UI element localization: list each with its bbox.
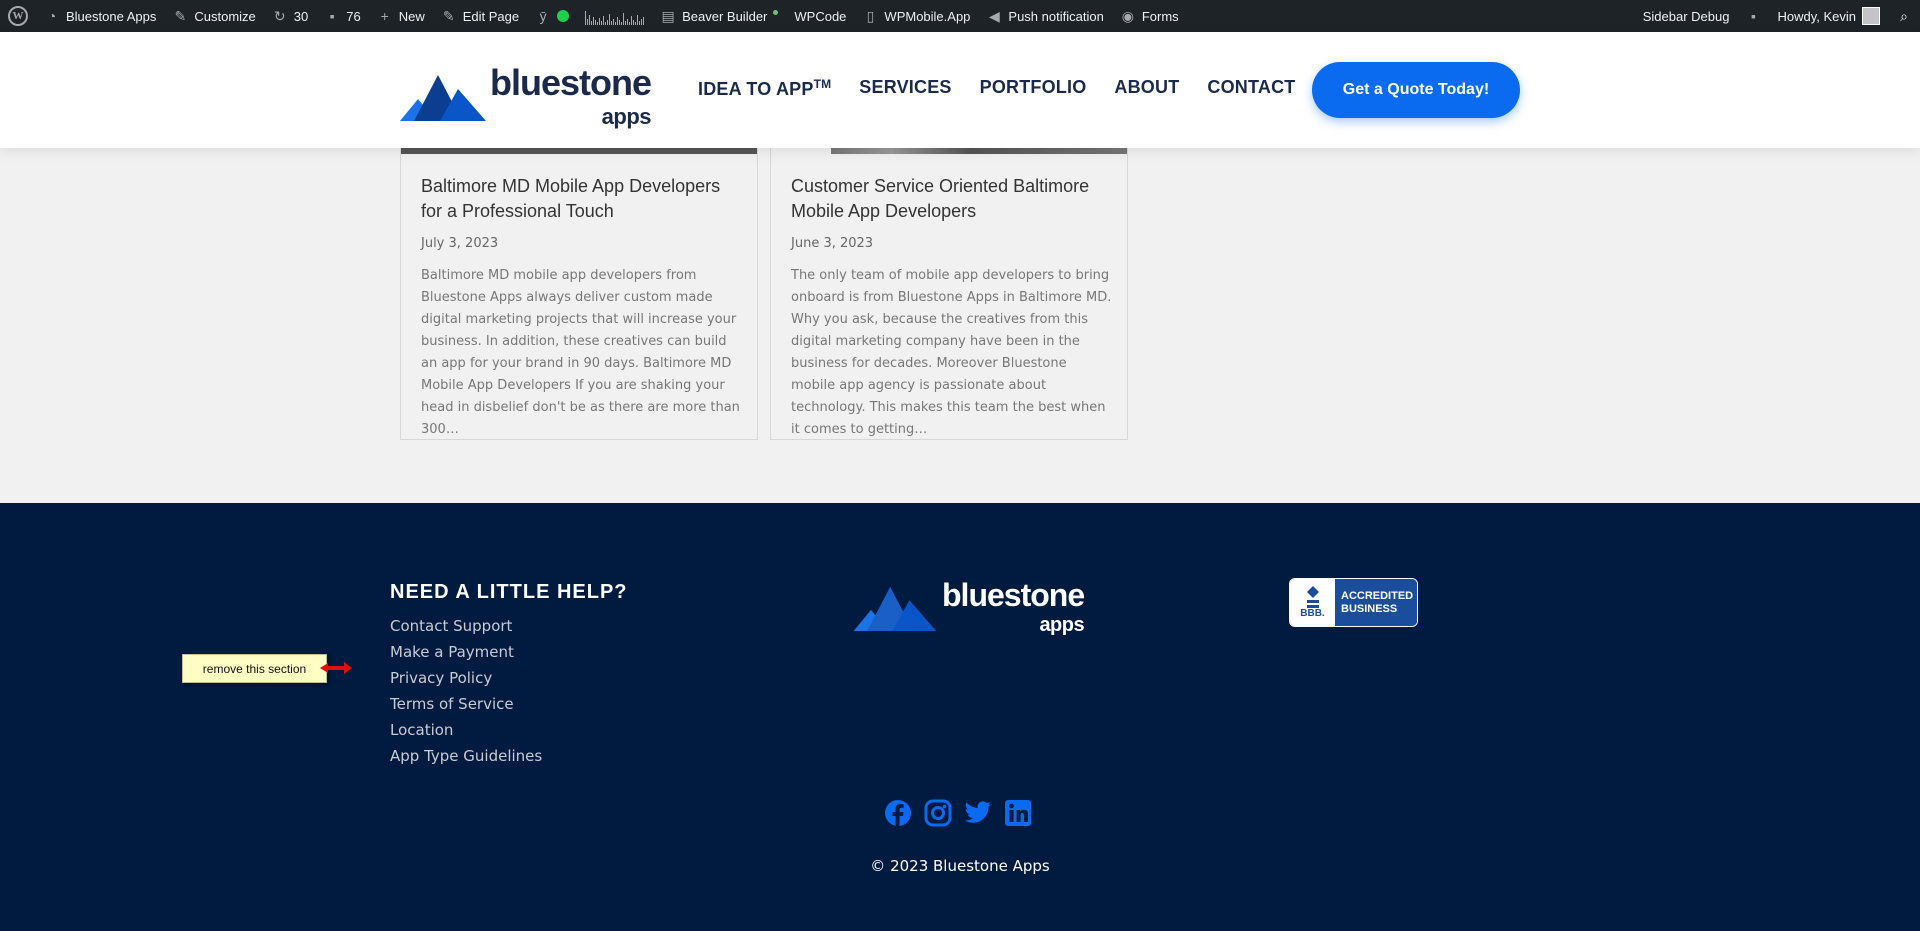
edit-page-link[interactable]: ✎ Edit Page (433, 0, 527, 32)
speech-bubble-icon: ▪ (1751, 8, 1756, 24)
site-name-menu[interactable]: ◔ Bluestone Apps (36, 0, 164, 32)
updates-link[interactable]: ↻ 30 (264, 0, 316, 32)
user-menu[interactable]: Howdy, Kevin (1769, 0, 1888, 32)
forms-icon: ◉ (1121, 8, 1134, 24)
copyright-text: © 2023 Bluestone Apps (870, 857, 1050, 875)
nav-portfolio[interactable]: PORTFOLIO (980, 77, 1087, 100)
sidebar-debug-link[interactable]: Sidebar Debug (1635, 0, 1738, 32)
red-arrow-icon (320, 662, 352, 674)
post-card: Baltimore MD Mobile App Developers for a… (400, 148, 758, 440)
wordpress-logo-menu[interactable]: W (0, 0, 36, 32)
footer-link-contact-support[interactable]: Contact Support (390, 613, 542, 639)
nav-contact[interactable]: CONTACT (1207, 77, 1295, 100)
post-excerpt: The only team of mobile app developers t… (791, 268, 1112, 437)
mountain-logo-icon (853, 586, 937, 631)
wpmobile-link[interactable]: ▯ WPMobile.App (854, 0, 978, 32)
post-excerpt: Baltimore MD mobile app developers from … (421, 268, 740, 437)
nav-services[interactable]: SERVICES (859, 77, 951, 100)
push-notification-link[interactable]: ◀ Push notification (978, 0, 1111, 32)
post-date: June 3, 2023 (791, 236, 874, 251)
plus-icon: + (380, 8, 389, 24)
logo-subtext: apps (601, 104, 652, 129)
footer-logo[interactable]: bluestone apps (852, 577, 1085, 637)
megaphone-icon: ◀ (989, 8, 1000, 24)
sparkline-chart-icon (585, 7, 645, 25)
nav-idea-to-app[interactable]: IDEA TO APPTM (698, 77, 831, 100)
yoast-seo-menu[interactable]: ȳ (527, 0, 577, 32)
footer-link-privacy-policy[interactable]: Privacy Policy (390, 665, 542, 691)
logo-wordmark: bluestone (490, 62, 652, 103)
brush-icon: ✎ (174, 8, 187, 24)
linkedin-icon[interactable] (1004, 798, 1032, 828)
logo-wordmark: bluestone (942, 577, 1085, 613)
seo-status-dot (557, 10, 570, 22)
pencil-icon: ✎ (442, 8, 455, 24)
get-quote-button[interactable]: Get a Quote Today! (1312, 62, 1520, 118)
dashboard-icon: ◔ (47, 8, 57, 24)
avatar (1862, 7, 1880, 25)
wordpress-icon: W (8, 6, 28, 26)
stats-sparkline[interactable] (577, 0, 652, 32)
instagram-icon[interactable] (924, 798, 952, 828)
site-footer: NEED A LITTLE HELP? Contact Support Make… (0, 503, 1920, 931)
admin-search[interactable]: ⌕ (1888, 0, 1920, 32)
wpcode-link[interactable]: WPCode (786, 0, 854, 32)
footer-link-app-guidelines[interactable]: App Type Guidelines (390, 743, 542, 769)
beaver-builder-icon: ▤ (661, 8, 675, 24)
comment-icon: ▪ (329, 8, 335, 24)
post-date: July 3, 2023 (421, 236, 499, 251)
annotation-note[interactable]: remove this section (182, 654, 327, 683)
search-icon: ⌕ (1900, 8, 1908, 24)
post-card: Customer Service Oriented Baltimore Mobi… (770, 148, 1128, 440)
wp-admin-bar: W ◔ Bluestone Apps ✎ Customize ↻ 30 ▪ 76… (0, 0, 1920, 32)
updates-icon: ↻ (273, 8, 286, 24)
post-thumbnail[interactable] (771, 148, 1127, 154)
bbb-text-accredited: ACCREDITED (1341, 589, 1414, 602)
facebook-icon[interactable] (884, 798, 912, 828)
main-nav: IDEA TO APPTM SERVICES PORTFOLIO ABOUT C… (698, 77, 1295, 100)
beaver-status-dot (773, 9, 779, 15)
trademark-mark: TM (813, 77, 832, 91)
footer-link-terms[interactable]: Terms of Service (390, 691, 542, 717)
help-heading: NEED A LITTLE HELP? (390, 581, 628, 603)
site-header: bluestone apps IDEA TO APPTM SERVICES PO… (0, 32, 1920, 148)
bbb-label: BBB. (1300, 608, 1325, 619)
site-logo[interactable]: bluestone apps (400, 62, 652, 130)
footer-link-location[interactable]: Location (390, 717, 542, 743)
notes-link[interactable]: ▪ (1737, 0, 1769, 32)
customize-link[interactable]: ✎ Customize (164, 0, 263, 32)
bbb-text-business: BUSINESS (1341, 602, 1398, 615)
bbb-torch-icon (1306, 586, 1319, 608)
beaver-builder-link[interactable]: ▤ Beaver Builder (652, 0, 786, 32)
forms-link[interactable]: ◉ Forms (1112, 0, 1187, 32)
nav-about[interactable]: ABOUT (1114, 77, 1179, 100)
mountain-logo-icon (400, 75, 486, 121)
help-links: Contact Support Make a Payment Privacy P… (390, 613, 542, 769)
yoast-icon: ȳ (539, 8, 547, 24)
post-title[interactable]: Baltimore MD Mobile App Developers for a… (421, 174, 739, 224)
post-thumbnail[interactable] (401, 148, 757, 154)
new-content-menu[interactable]: + New (369, 0, 433, 32)
social-links (884, 798, 1032, 828)
twitter-icon[interactable] (964, 798, 992, 828)
post-title[interactable]: Customer Service Oriented Baltimore Mobi… (791, 174, 1109, 224)
bbb-accredited-badge[interactable]: BBB. ACCREDITED BUSINESS (1289, 578, 1418, 627)
phone-icon: ▯ (866, 8, 875, 24)
logo-subtext: apps (1039, 614, 1085, 636)
footer-link-make-payment[interactable]: Make a Payment (390, 639, 542, 665)
comments-link[interactable]: ▪ 76 (316, 0, 368, 32)
